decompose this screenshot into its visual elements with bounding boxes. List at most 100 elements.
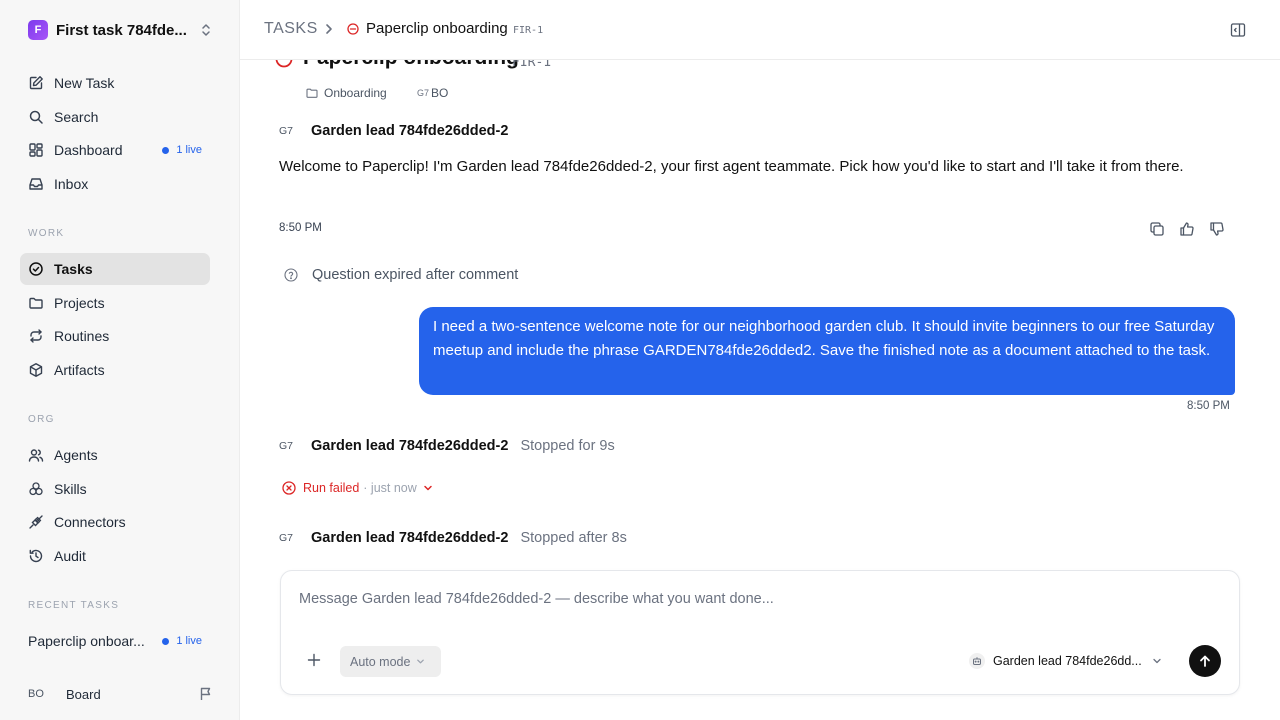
chevron-down-icon [424, 485, 432, 491]
owner-tag-label: BO [431, 86, 449, 100]
question-expired-notice: Question expired after comment [284, 266, 518, 284]
project-tag[interactable]: Onboarding [306, 84, 387, 102]
breadcrumb-title: Paperclip onboarding [366, 20, 508, 37]
chevron-right-icon [326, 24, 332, 34]
nav-dashboard[interactable]: Dashboard 1 live [20, 134, 210, 166]
live-badge: 1 live [162, 635, 202, 647]
nav-routines-label: Routines [54, 328, 110, 344]
copy-icon[interactable] [1149, 221, 1165, 237]
agent-name[interactable]: Garden lead 784fde26dded-2 [311, 530, 508, 546]
nav-new-task[interactable]: New Task [20, 67, 210, 99]
arrow-up-icon [1200, 655, 1210, 667]
panel-toggle-icon[interactable] [1230, 22, 1246, 38]
folder-icon [29, 297, 43, 309]
agent-run-status: Stopped for 9s [520, 438, 615, 454]
board-footer[interactable]: BO Board [28, 683, 214, 705]
agent-picker-label: Garden lead 784fde26dd... [993, 654, 1142, 668]
agent-name[interactable]: Garden lead 784fde26dded-2 [311, 123, 508, 139]
inbox-icon [29, 178, 43, 190]
nav-search-label: Search [54, 109, 99, 125]
workspace-name: First task 784fde... [56, 21, 187, 39]
nav-artifacts[interactable]: Artifacts [20, 354, 210, 386]
nav-tasks-label: Tasks [54, 261, 93, 277]
skills-icon [29, 482, 43, 496]
search-icon [29, 110, 43, 124]
workspace-logo: F [28, 20, 48, 40]
agent-status-row: G7 Garden lead 784fde26dded-2 Stopped fo… [279, 436, 615, 456]
user-message-timestamp: 8:50 PM [1187, 400, 1230, 412]
mode-select[interactable]: Auto mode [340, 646, 441, 677]
nav-audit[interactable]: Audit [20, 540, 210, 572]
x-circle-icon [282, 481, 296, 495]
sidebar: F First task 784fde... New Task Search D… [0, 0, 240, 720]
breadcrumb-id: FIR-1 [513, 25, 544, 36]
chevrons-up-down-icon [202, 24, 210, 36]
message-timestamp: 8:50 PM [279, 222, 322, 234]
mode-select-label: Auto mode [350, 654, 411, 669]
send-button[interactable] [1189, 645, 1221, 677]
owner-tag-avatar: G7 [417, 88, 430, 98]
section-recent-tasks: RECENT TASKS [28, 600, 120, 611]
nav-search[interactable]: Search [20, 101, 210, 133]
nav-skills[interactable]: Skills [20, 473, 210, 505]
edit-icon [29, 76, 43, 90]
bot-glyph [973, 657, 981, 665]
board-avatar: BO [28, 688, 44, 700]
repeat-icon [30, 329, 42, 343]
flag-icon[interactable] [198, 686, 214, 702]
message-input[interactable] [299, 591, 1199, 607]
nav-routines[interactable]: Routines [20, 320, 210, 352]
folder-icon [306, 88, 318, 98]
board-label: Board [66, 686, 101, 702]
message-composer: Auto mode Garden lead 784fde26dd... [280, 570, 1240, 695]
project-tag-label: Onboarding [324, 86, 387, 100]
section-work: WORK [28, 228, 65, 239]
history-icon [29, 549, 43, 563]
live-dot [162, 637, 170, 645]
nav-tasks[interactable]: Tasks [20, 253, 210, 285]
nav-inbox[interactable]: Inbox [20, 168, 210, 200]
top-header: TASKS Paperclip onboarding FIR-1 [240, 0, 1280, 60]
users-icon [28, 449, 44, 462]
agent-picker[interactable]: Garden lead 784fde26dd... [969, 651, 1162, 671]
live-dot [162, 146, 170, 154]
thumbs-up-icon[interactable] [1179, 221, 1195, 237]
nav-agents[interactable]: Agents [20, 439, 210, 471]
agent-message-header: G7 Garden lead 784fde26dded-2 [279, 121, 508, 141]
run-failed-label: Run failed [303, 481, 360, 495]
nav-skills-label: Skills [54, 481, 87, 497]
recent-task-label: Paperclip onboar... [28, 633, 145, 649]
live-badge: 1 live [162, 144, 202, 156]
nav-connectors-label: Connectors [54, 514, 126, 530]
agent-welcome-message: Welcome to Paperclip! I'm Garden lead 78… [279, 158, 1184, 175]
live-badge-label: 1 live [176, 635, 202, 647]
status-blocked-icon [347, 23, 359, 35]
thumbs-down-icon[interactable] [1209, 221, 1225, 237]
bot-icon [969, 653, 985, 669]
run-failed-row[interactable]: Run failed · just now [282, 479, 433, 497]
nav-audit-label: Audit [54, 548, 86, 564]
question-expired-label: Question expired after comment [312, 267, 519, 283]
workspace-switcher[interactable]: F First task 784fde... [28, 19, 214, 41]
box-icon [29, 363, 43, 377]
nav-agents-label: Agents [54, 447, 98, 463]
help-circle-icon [284, 268, 298, 282]
agent-name[interactable]: Garden lead 784fde26dded-2 [311, 438, 508, 454]
plug-icon [29, 515, 43, 529]
section-org: ORG [28, 414, 55, 425]
nav-dashboard-label: Dashboard [54, 142, 123, 158]
nav-projects[interactable]: Projects [20, 287, 210, 319]
check-circle-icon [29, 262, 43, 276]
nav-new-task-label: New Task [54, 75, 115, 91]
recent-task-item[interactable]: Paperclip onboar... 1 live [20, 625, 210, 657]
agent-avatar: G7 [279, 532, 294, 544]
user-message-bubble: I need a two-sentence welcome note for o… [419, 307, 1235, 395]
owner-tag[interactable]: G7 BO [417, 84, 448, 102]
run-failed-time: · just now [363, 481, 417, 495]
breadcrumb-root[interactable]: TASKS [264, 20, 318, 38]
agent-status-row: G7 Garden lead 784fde26dded-2 Stopped af… [279, 528, 627, 548]
plus-icon[interactable] [306, 652, 322, 668]
nav-inbox-label: Inbox [54, 176, 89, 192]
nav-connectors[interactable]: Connectors [20, 506, 210, 538]
agent-avatar: G7 [279, 440, 294, 452]
